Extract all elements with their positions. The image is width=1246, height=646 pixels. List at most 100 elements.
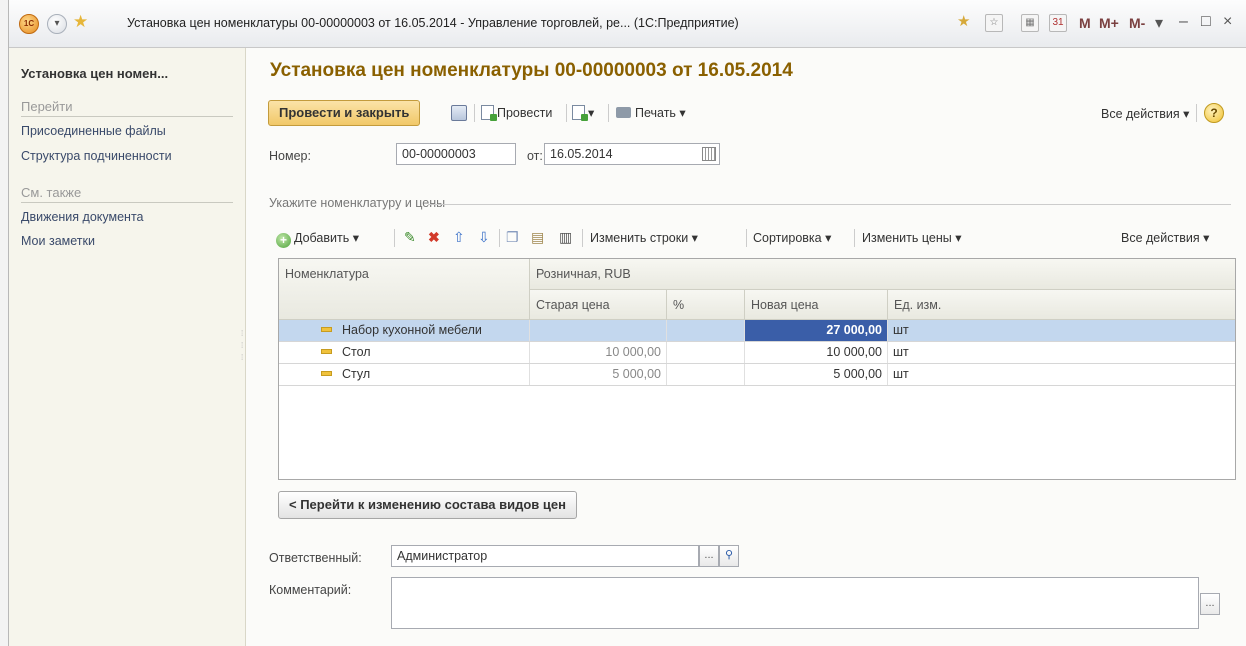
print-label: Печать ▾ bbox=[635, 106, 686, 120]
sidebar-item-attached-files[interactable]: Присоединенные файлы bbox=[21, 124, 166, 138]
create-based-on-button[interactable]: ▾ bbox=[572, 104, 594, 122]
table-row[interactable]: Стол 10 000,00 10 000,00 шт bbox=[279, 342, 1235, 364]
favorites-star-icon[interactable]: ★ bbox=[73, 12, 88, 32]
delete-icon[interactable]: ✖ bbox=[428, 228, 440, 246]
date-label: от: bbox=[527, 149, 543, 163]
divider bbox=[21, 202, 233, 203]
new-price-cell[interactable]: 27 000,00 bbox=[745, 320, 888, 341]
sidebar-item-subordination[interactable]: Структура подчиненности bbox=[21, 149, 172, 163]
minimize-button[interactable]: – bbox=[1179, 13, 1188, 31]
post-icon bbox=[481, 105, 497, 121]
column-header-item[interactable]: Номенклатура bbox=[279, 259, 530, 320]
help-icon[interactable]: ? bbox=[1204, 103, 1224, 123]
comment-label: Комментарий: bbox=[269, 583, 352, 597]
item-icon bbox=[321, 349, 332, 355]
divider bbox=[1196, 104, 1197, 122]
table-row[interactable]: Набор кухонной мебели 27 000,00 шт bbox=[279, 320, 1235, 342]
add-button[interactable]: + Добавить ▾ bbox=[276, 229, 359, 248]
calendar-picker-icon[interactable] bbox=[702, 147, 716, 161]
percent-cell[interactable] bbox=[667, 364, 745, 385]
printer-icon bbox=[616, 107, 631, 118]
item-name: Стол bbox=[342, 345, 371, 359]
percent-cell[interactable] bbox=[667, 320, 745, 341]
prices-table[interactable]: Номенклатура Розничная, RUB Старая цена … bbox=[278, 258, 1236, 480]
comment-field[interactable] bbox=[391, 577, 1199, 629]
sidebar-header[interactable]: Установка цен номен... bbox=[21, 66, 168, 81]
move-up-icon[interactable]: ⇧ bbox=[453, 228, 465, 246]
divider bbox=[474, 104, 475, 122]
item-icon bbox=[321, 371, 332, 377]
responsible-label: Ответственный: bbox=[269, 551, 362, 565]
old-price-cell[interactable]: 10 000,00 bbox=[530, 342, 667, 363]
item-cell[interactable]: Набор кухонной мебели bbox=[279, 320, 530, 341]
old-price-cell[interactable] bbox=[530, 320, 667, 341]
divider bbox=[746, 229, 747, 247]
divider bbox=[608, 104, 609, 122]
splitter-handle[interactable]: ⁞ ⁞ ⁞ bbox=[241, 328, 243, 364]
old-price-cell[interactable]: 5 000,00 bbox=[530, 364, 667, 385]
add-icon: + bbox=[276, 233, 291, 248]
item-icon bbox=[321, 327, 332, 333]
window-title: Установка цен номенклатуры 00-00000003 о… bbox=[127, 16, 739, 30]
new-price-cell[interactable]: 10 000,00 bbox=[745, 342, 888, 363]
menu-dropdown-icon[interactable]: ▾ bbox=[47, 14, 67, 34]
calculator-icon[interactable]: ▦ bbox=[1021, 14, 1039, 32]
barcode-icon[interactable]: ▥ bbox=[559, 228, 572, 246]
unit-cell[interactable]: шт bbox=[888, 364, 1235, 385]
change-prices-button[interactable]: Изменить цены ▾ bbox=[862, 229, 961, 247]
date-field[interactable]: 16.05.2014 bbox=[544, 143, 720, 165]
select-responsible-button[interactable]: ... bbox=[699, 545, 719, 567]
page-title: Установка цен номенклатуры 00-00000003 о… bbox=[270, 60, 793, 81]
add-favorite-icon[interactable]: ★ bbox=[957, 12, 970, 30]
paste-icon[interactable]: ▤ bbox=[531, 228, 544, 246]
app-window: 1С ▾ ★ Установка цен номенклатуры 00-000… bbox=[8, 0, 1246, 646]
all-actions-button[interactable]: Все действия ▾ bbox=[1101, 105, 1189, 123]
copy-icon[interactable]: ❐ bbox=[506, 228, 519, 246]
print-button[interactable]: Печать ▾ bbox=[616, 104, 686, 122]
save-icon[interactable] bbox=[451, 105, 467, 121]
back-to-price-types-button[interactable]: < Перейти к изменению состава видов цен bbox=[278, 491, 577, 519]
post-and-close-button[interactable]: Провести и закрыть bbox=[268, 100, 421, 126]
table-row[interactable]: Стул 5 000,00 5 000,00 шт bbox=[279, 364, 1235, 386]
post-button[interactable]: Провести bbox=[481, 104, 552, 122]
percent-cell[interactable] bbox=[667, 342, 745, 363]
post-label: Провести bbox=[497, 106, 553, 120]
item-name: Стул bbox=[342, 367, 371, 381]
sidebar-item-movements[interactable]: Движения документа bbox=[21, 210, 143, 224]
column-header-unit[interactable]: Ед. изм. bbox=[888, 290, 1235, 320]
number-field[interactable]: 00-00000003 bbox=[396, 143, 516, 165]
calendar-icon[interactable]: 31 bbox=[1049, 14, 1067, 32]
column-group-retail: Розничная, RUB bbox=[530, 259, 1235, 290]
unit-cell[interactable]: шт bbox=[888, 320, 1235, 341]
column-header-old-price[interactable]: Старая цена bbox=[530, 290, 667, 320]
create-based-icon bbox=[572, 105, 588, 121]
number-label: Номер: bbox=[269, 149, 311, 163]
item-cell[interactable]: Стол bbox=[279, 342, 530, 363]
sidebar-item-notes[interactable]: Мои заметки bbox=[21, 234, 95, 248]
sort-button[interactable]: Сортировка ▾ bbox=[753, 229, 831, 247]
move-down-icon[interactable]: ⇩ bbox=[478, 228, 490, 246]
maximize-button[interactable]: □ bbox=[1201, 13, 1211, 31]
new-price-cell[interactable]: 5 000,00 bbox=[745, 364, 888, 385]
unit-cell[interactable]: шт bbox=[888, 342, 1235, 363]
memory-minus-button[interactable]: M- bbox=[1129, 15, 1145, 31]
divider bbox=[582, 229, 583, 247]
responsible-field[interactable]: Администратор bbox=[391, 545, 699, 567]
divider bbox=[566, 104, 567, 122]
memory-m-button[interactable]: M bbox=[1079, 15, 1091, 31]
search-icon[interactable]: ⚲ bbox=[719, 545, 739, 567]
edit-pencil-icon[interactable]: ✎ bbox=[404, 228, 416, 246]
close-button[interactable]: × bbox=[1223, 13, 1232, 31]
table-all-actions-button[interactable]: Все действия ▾ bbox=[1121, 229, 1209, 247]
sidebar-section-see-also: См. также bbox=[21, 185, 82, 200]
column-header-percent[interactable]: % bbox=[667, 290, 745, 320]
column-header-new-price[interactable]: Новая цена bbox=[745, 290, 888, 320]
open-comment-button[interactable]: ... bbox=[1200, 593, 1220, 615]
app-logo-icon[interactable]: 1С bbox=[19, 14, 39, 34]
item-cell[interactable]: Стул bbox=[279, 364, 530, 385]
memory-plus-button[interactable]: M+ bbox=[1099, 15, 1119, 31]
item-name: Набор кухонной мебели bbox=[342, 323, 482, 337]
change-rows-button[interactable]: Изменить строки ▾ bbox=[590, 229, 698, 247]
chevron-down-icon[interactable]: ▾ bbox=[1155, 13, 1163, 33]
history-icon[interactable]: ☆ bbox=[985, 14, 1003, 32]
